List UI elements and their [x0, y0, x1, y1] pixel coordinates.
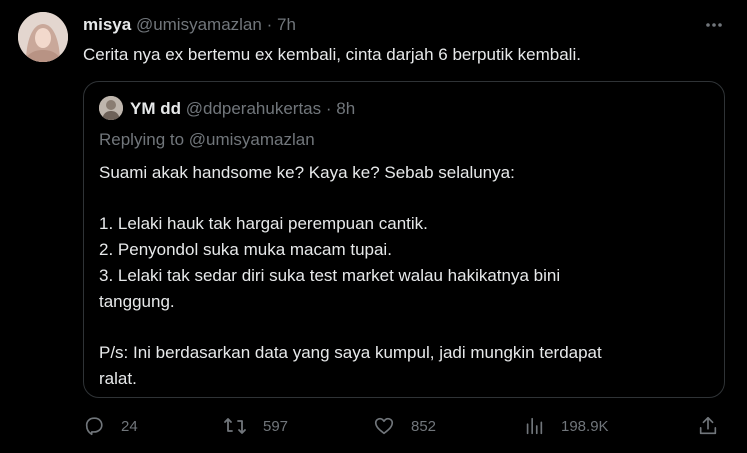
tweet-header: misya @umisyamazlan · 7h: [83, 15, 296, 35]
reply-count: 24: [121, 417, 138, 435]
retweet-count: 597: [263, 417, 289, 435]
quoted-author-avatar[interactable]: [99, 96, 123, 120]
quoted-tweet-header: YM dd @ddperahukertas · 8h: [130, 99, 355, 119]
replying-prefix: Replying to: [99, 130, 189, 149]
quoted-text-line: 1. Lelaki hauk tak hargai perempuan cant…: [99, 214, 428, 234]
views-icon: [526, 417, 543, 435]
share-button[interactable]: [697, 413, 719, 439]
quoted-author-display-name[interactable]: YM dd: [130, 99, 181, 118]
quoted-text-line: [99, 314, 699, 340]
profile-photo-icon: [99, 96, 123, 120]
separator-dot: ·: [325, 99, 332, 118]
quoted-text-line: 2. Penyondol suka muka macam tupai.: [99, 240, 392, 260]
quoted-text-line: ralat.: [99, 368, 137, 388]
like-count: 852: [411, 417, 437, 435]
action-bar: 24 597 852 198.9K: [83, 413, 723, 439]
reply-button[interactable]: 24: [83, 413, 138, 439]
tweet-timestamp[interactable]: 7h: [277, 15, 296, 34]
quoted-text-line: [99, 186, 699, 212]
retweet-icon: [224, 418, 246, 434]
tweet[interactable]: misya @umisyamazlan · 7h Cerita nya ex b…: [0, 0, 747, 453]
views-count: 198.9K: [561, 417, 609, 435]
heart-icon: [374, 417, 394, 435]
quoted-tweet[interactable]: YM dd @ddperahukertas · 8h Replying to @…: [83, 81, 725, 398]
quoted-text-line: P/s: Ini berdasarkan data yang saya kump…: [99, 342, 602, 362]
author-avatar[interactable]: [18, 12, 68, 62]
retweet-button[interactable]: 597: [223, 413, 288, 439]
replying-to-handle[interactable]: @umisyamazlan: [189, 130, 315, 149]
replying-to: Replying to @umisyamazlan: [99, 129, 315, 151]
views-button[interactable]: 198.9K: [523, 413, 609, 439]
quoted-tweet-timestamp[interactable]: 8h: [336, 99, 355, 118]
author-display-name[interactable]: misya: [83, 15, 131, 34]
quoted-tweet-text: Suami akak handsome ke? Kaya ke? Sebab s…: [99, 160, 699, 391]
quoted-author-handle[interactable]: @ddperahukertas: [186, 99, 321, 118]
more-options-button[interactable]: [703, 14, 725, 36]
more-horizontal-icon: [706, 23, 722, 27]
profile-photo-icon: [18, 12, 68, 62]
separator-dot: ·: [266, 15, 273, 34]
quoted-text-line: Suami akak handsome ke? Kaya ke? Sebab s…: [99, 163, 515, 182]
share-icon: [699, 416, 717, 435]
reply-icon: [85, 417, 103, 436]
author-handle[interactable]: @umisyamazlan: [136, 15, 262, 34]
tweet-text: Cerita nya ex bertemu ex kembali, cinta …: [83, 45, 581, 64]
quoted-text-line: 3. Lelaki tak sedar diri suka test marke…: [99, 265, 561, 285]
like-button[interactable]: 852: [373, 413, 436, 439]
quoted-text-line: tanggung.: [99, 291, 175, 311]
